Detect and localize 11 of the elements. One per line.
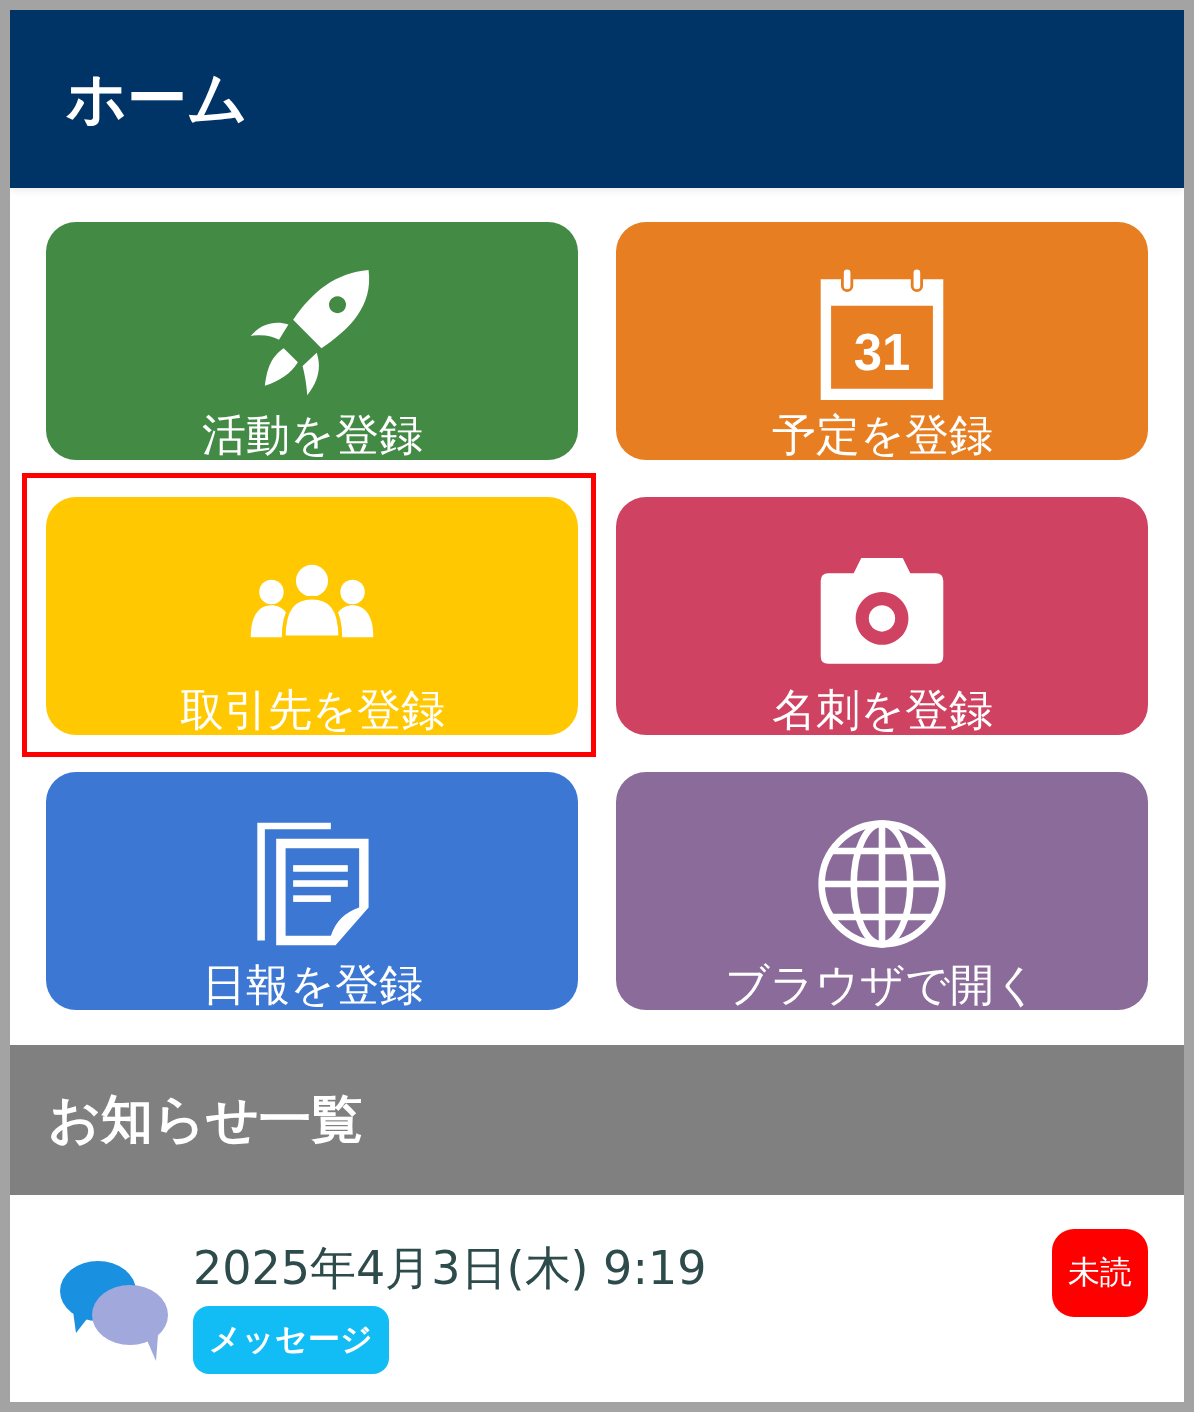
globe-icon [816,817,948,950]
menu-tile[interactable]: 31 予定を登録 [616,222,1148,460]
menu-tile[interactable]: 活動を登録 [46,222,578,460]
section-title: お知らせ一覧 [48,1088,363,1151]
menu-tile[interactable]: 日報を登録 [46,772,578,1010]
menu-tile[interactable]: 名刺を登録 [616,497,1148,735]
page-title: ホーム [66,61,248,135]
category-tag: メッセージ [193,1305,389,1374]
menu-tile[interactable]: ブラウザで開く [616,772,1148,1010]
status-badge: 未読 [1052,1229,1148,1317]
notice-date: 2025年4月3日(木) 9:19 [193,1243,707,1294]
